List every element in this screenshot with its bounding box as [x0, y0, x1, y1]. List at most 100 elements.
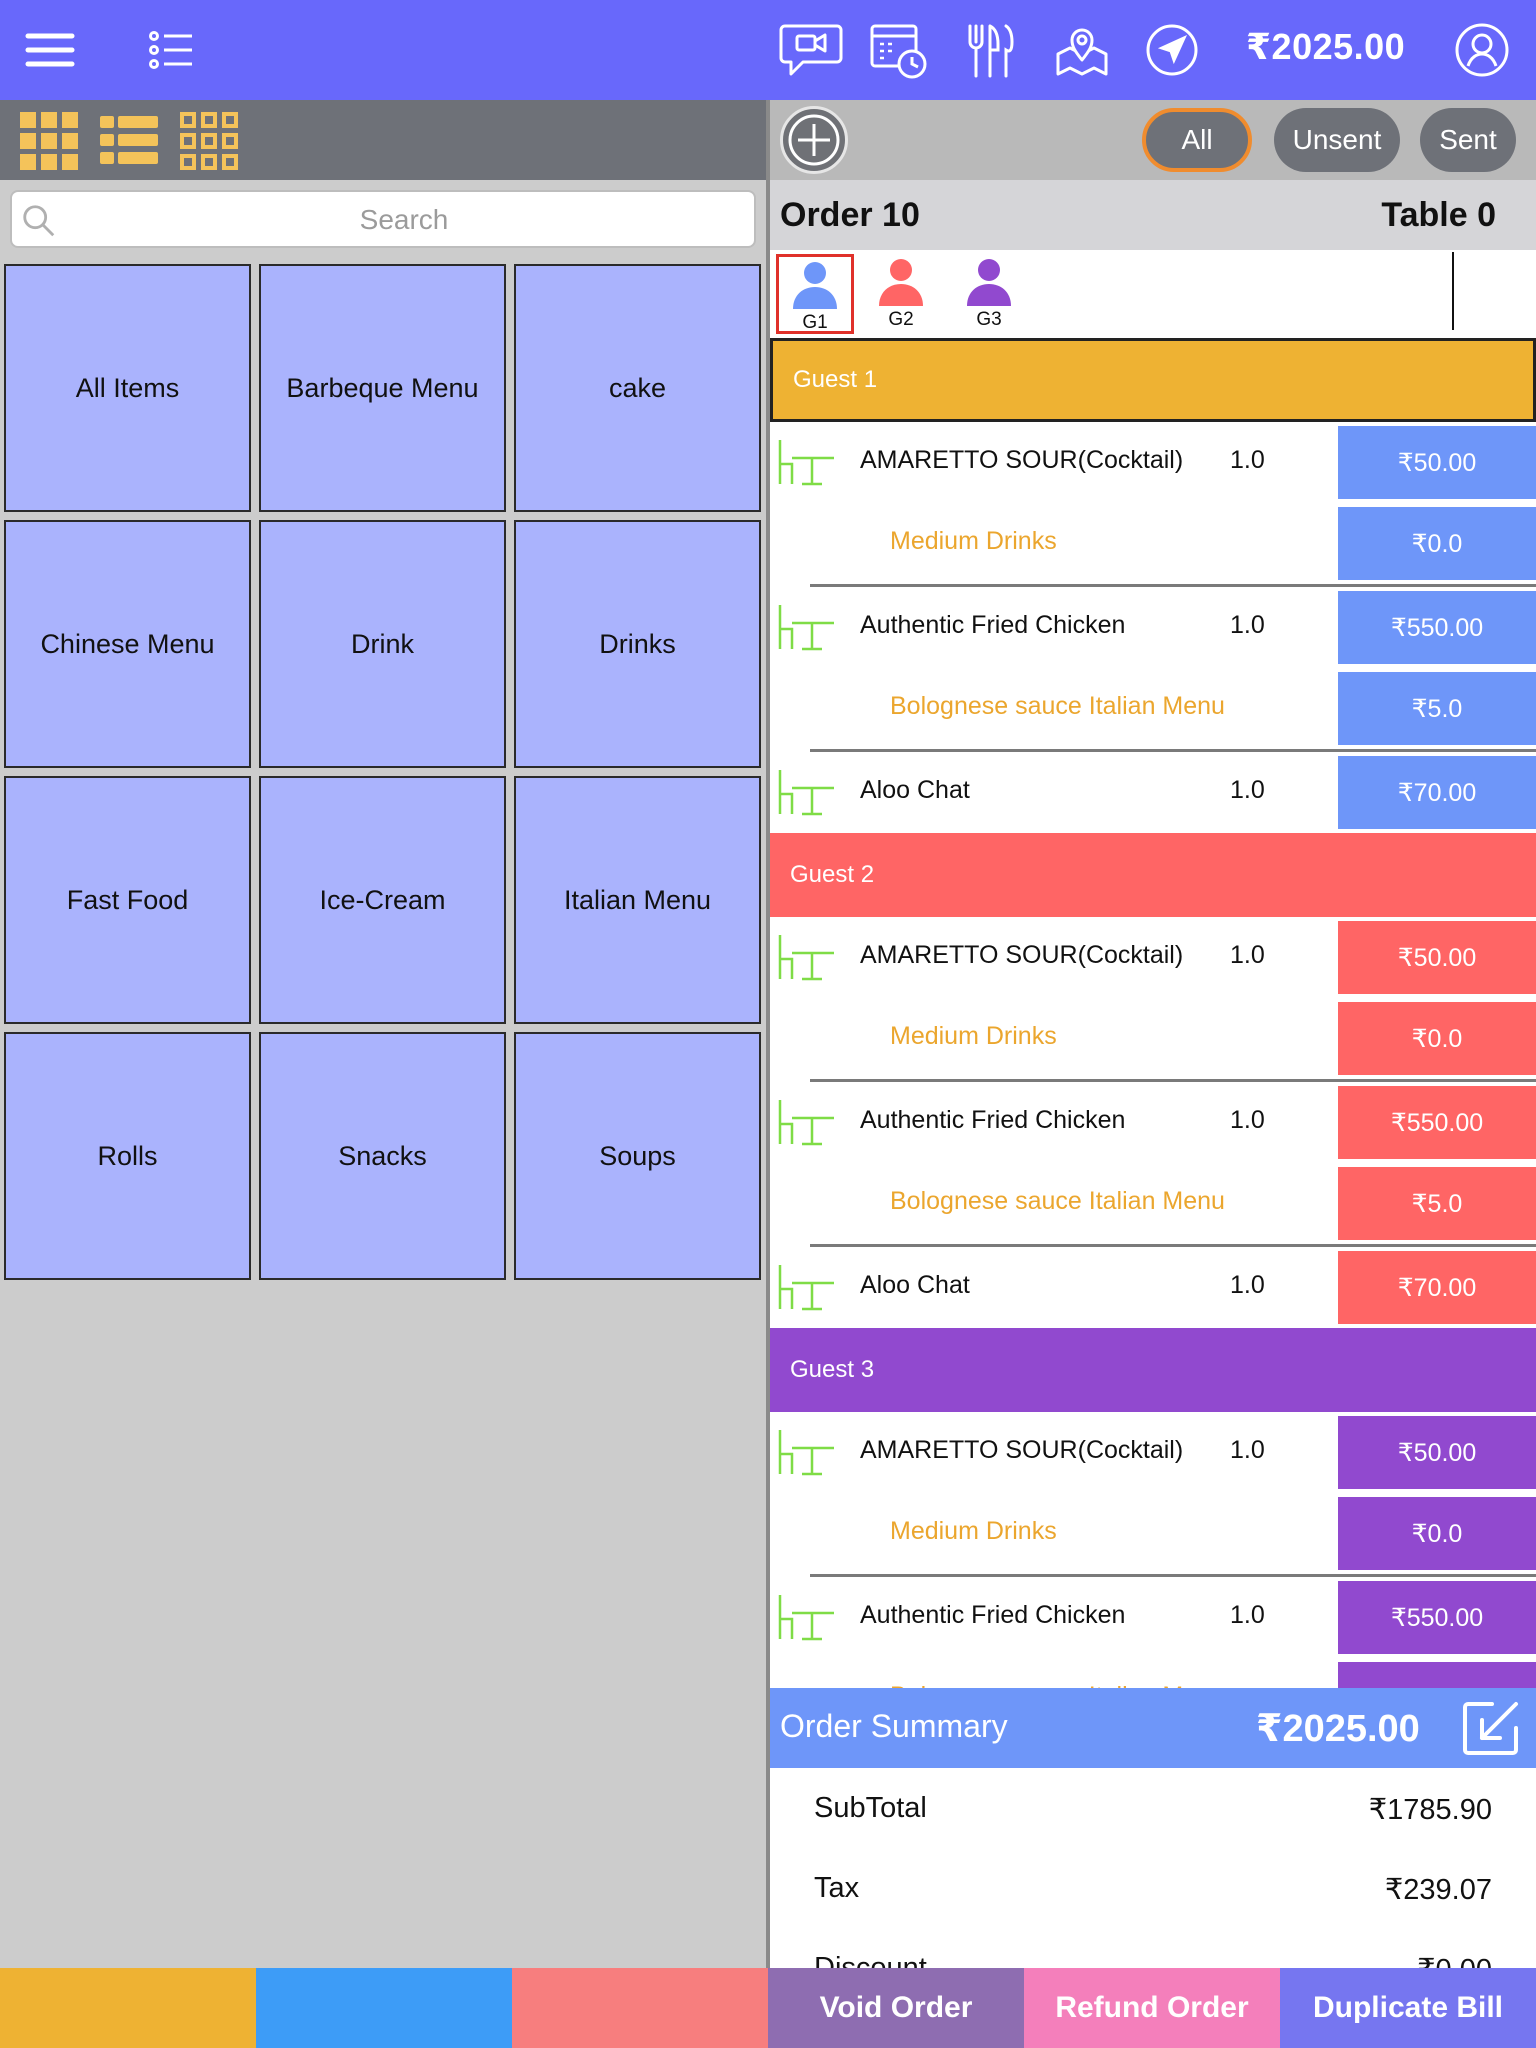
item-quantity: 1.0	[1230, 1106, 1265, 1134]
guest-tabs-divider	[1452, 252, 1454, 330]
modifier-row[interactable]: Medium Drinks ₹0.0	[770, 998, 1536, 1079]
dine-in-table-icon	[778, 440, 834, 486]
category-tile[interactable]: Snacks	[259, 1032, 506, 1280]
category-tile[interactable]: cake	[514, 264, 761, 512]
category-tile[interactable]: Soups	[514, 1032, 761, 1280]
filter-unsent-button[interactable]: Unsent	[1274, 108, 1400, 172]
add-guest-button[interactable]	[780, 106, 848, 174]
header-order-total: ₹2025.00	[1246, 26, 1406, 67]
list-view-icon[interactable]	[98, 110, 160, 172]
user-profile-icon[interactable]	[1450, 18, 1514, 82]
modifier-row[interactable]: Medium Drinks ₹0.0	[770, 503, 1536, 584]
grid-small-view-icon[interactable]	[178, 110, 240, 172]
modifier-price: ₹0.0	[1338, 507, 1536, 580]
chat-video-icon[interactable]	[776, 18, 846, 82]
discount-label: Discount	[814, 1952, 927, 1968]
restaurant-icon[interactable]	[958, 18, 1022, 82]
guest-tab-g1[interactable]: G1	[776, 254, 854, 334]
dine-in-table-icon	[778, 1100, 834, 1146]
item-name: AMARETTO SOUR(Cocktail)	[860, 1436, 1184, 1464]
category-tile[interactable]: Italian Menu	[514, 776, 761, 1024]
order-toolbar: All Unsent Sent	[770, 100, 1536, 180]
modifier-name: Medium Drinks	[890, 1022, 1057, 1050]
dine-in-table-icon	[778, 1595, 834, 1641]
search-box[interactable]	[10, 190, 756, 248]
duplicate-bill-button[interactable]: Duplicate Bill	[1280, 1968, 1536, 2048]
discount-value: ₹0.00	[1417, 1952, 1492, 1968]
item-quantity: 1.0	[1230, 1601, 1265, 1629]
map-pin-icon[interactable]	[1050, 18, 1114, 82]
order-item-row[interactable]: AMARETTO SOUR(Cocktail) 1.0 ₹50.00	[770, 1412, 1536, 1493]
item-quantity: 1.0	[1230, 941, 1265, 969]
category-tile[interactable]: Chinese Menu	[4, 520, 251, 768]
guest-tabs: G1 G2 G3	[770, 250, 1536, 338]
dine-in-table-icon	[778, 935, 834, 981]
category-tile[interactable]: Drinks	[514, 520, 761, 768]
order-item-row[interactable]: AMARETTO SOUR(Cocktail) 1.0 ₹50.00	[770, 917, 1536, 998]
category-tile[interactable]: All Items	[4, 264, 251, 512]
guest-tab-g2[interactable]: G2	[862, 254, 940, 334]
refund-order-button[interactable]: Refund Order	[1024, 1968, 1280, 2048]
modifier-name: Bolognese sauce Italian Menu	[890, 1187, 1225, 1215]
search-input[interactable]	[64, 198, 744, 242]
item-quantity: 1.0	[1230, 1271, 1265, 1299]
category-tile[interactable]: Drink	[259, 520, 506, 768]
item-quantity: 1.0	[1230, 611, 1265, 639]
action-button-2[interactable]	[256, 1968, 512, 2048]
summary-discount-row: Discount ₹0.00	[770, 1928, 1536, 1968]
order-item-row[interactable]: Authentic Fried Chicken 1.0 ₹550.00	[770, 1082, 1536, 1163]
person-icon	[879, 259, 923, 306]
dine-in-table-icon	[778, 605, 834, 651]
order-summary-total: ₹2025.00	[1256, 1708, 1420, 1750]
order-item-row[interactable]: Aloo Chat 1.0 ₹70.00	[770, 752, 1536, 833]
tax-label: Tax	[814, 1872, 860, 1904]
modifier-price: ₹5.0	[1338, 1167, 1536, 1240]
calendar-clock-icon[interactable]	[866, 18, 930, 82]
item-quantity: 1.0	[1230, 776, 1265, 804]
order-item-row[interactable]: Authentic Fried Chicken 1.0 ₹550.00	[770, 1577, 1536, 1658]
modifier-price: ₹5.0	[1338, 672, 1536, 745]
table-number: Table 0	[1381, 196, 1496, 234]
item-name: AMARETTO SOUR(Cocktail)	[860, 446, 1184, 474]
action-button-1[interactable]	[0, 1968, 256, 2048]
order-summary-header[interactable]: Order Summary ₹2025.00	[770, 1688, 1536, 1768]
item-name: Authentic Fried Chicken	[860, 611, 1126, 639]
guest-header[interactable]: Guest 1	[770, 338, 1536, 422]
order-item-row[interactable]: AMARETTO SOUR(Cocktail) 1.0 ₹50.00	[770, 422, 1536, 503]
guest-tab-label: G3	[976, 309, 1002, 330]
guest-tab-label: G2	[888, 309, 914, 330]
category-tile[interactable]: Rolls	[4, 1032, 251, 1280]
order-item-row[interactable]: Aloo Chat 1.0 ₹70.00	[770, 1247, 1536, 1328]
void-order-button[interactable]: Void Order	[768, 1968, 1024, 2048]
list-icon[interactable]	[138, 18, 202, 82]
item-name: AMARETTO SOUR(Cocktail)	[860, 941, 1184, 969]
item-price: ₹550.00	[1338, 591, 1536, 664]
guest-header[interactable]: Guest 2	[770, 833, 1536, 917]
category-tile[interactable]: Barbeque Menu	[259, 264, 506, 512]
navigation-icon[interactable]	[1140, 18, 1204, 82]
filter-all-button[interactable]: All	[1142, 108, 1252, 172]
category-tile[interactable]: Ice-Cream	[259, 776, 506, 1024]
guest-name: Guest 1	[793, 366, 878, 393]
guest-tab-g3[interactable]: G3	[950, 254, 1028, 334]
order-items-list[interactable]: Guest 1 AMARETTO SOUR(Cocktail) 1.0 ₹50.…	[770, 338, 1536, 1788]
filter-sent-button[interactable]: Sent	[1420, 108, 1516, 172]
modifier-row[interactable]: Bolognese sauce Italian Menu ₹5.0	[770, 1163, 1536, 1244]
item-price: ₹50.00	[1338, 1416, 1536, 1489]
top-app-bar: ₹2025.00	[0, 0, 1536, 100]
collapse-arrow-icon[interactable]	[1460, 1698, 1522, 1758]
guest-header[interactable]: Guest 3	[770, 1328, 1536, 1412]
order-item-row[interactable]: Authentic Fried Chicken 1.0 ₹550.00	[770, 587, 1536, 668]
action-button-3[interactable]	[512, 1968, 768, 2048]
category-tile[interactable]: Fast Food	[4, 776, 251, 1024]
menu-icon[interactable]	[18, 18, 82, 82]
grid-large-view-icon[interactable]	[18, 110, 80, 172]
dine-in-table-icon	[778, 1265, 834, 1311]
dine-in-table-icon	[778, 770, 834, 816]
item-price: ₹70.00	[1338, 1251, 1536, 1324]
modifier-row[interactable]: Bolognese sauce Italian Menu ₹5.0	[770, 668, 1536, 749]
order-panel: All Unsent Sent Order 10 Table 0 G1 G2 G…	[770, 100, 1536, 1968]
modifier-row[interactable]: Medium Drinks ₹0.0	[770, 1493, 1536, 1574]
item-name: Aloo Chat	[860, 776, 970, 804]
modifier-name: Medium Drinks	[890, 1517, 1057, 1545]
